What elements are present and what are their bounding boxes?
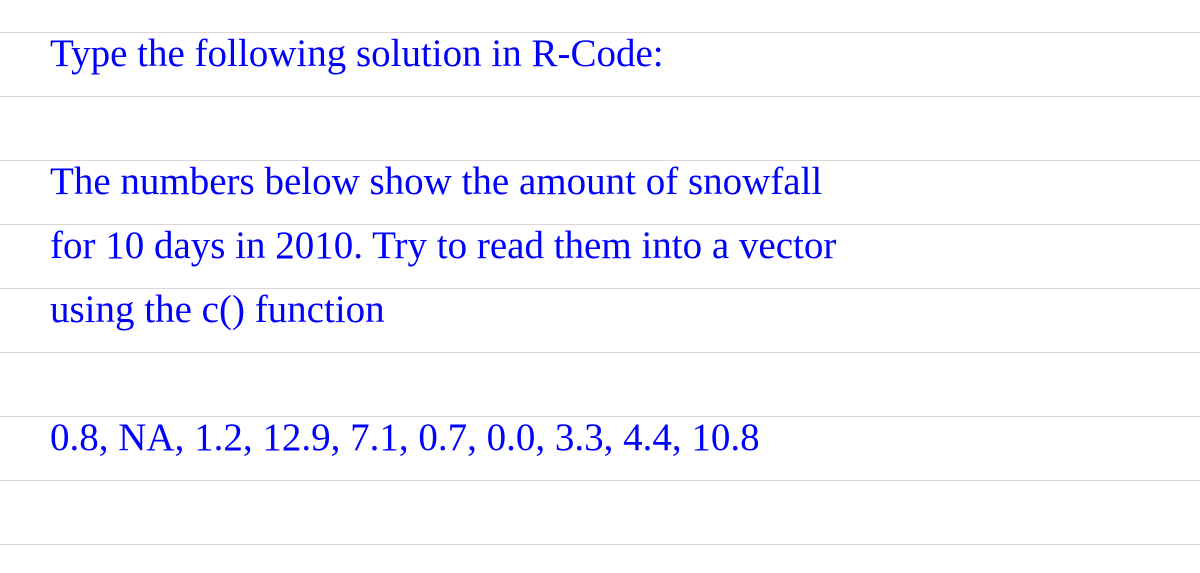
- problem-line-1-text: The numbers below show the amount of sno…: [50, 162, 822, 201]
- problem-line-2: for 10 days in 2010. Try to read them in…: [50, 224, 1150, 288]
- problem-line-2-text: for 10 days in 2010. Try to read them in…: [50, 226, 836, 265]
- data-values-line: 0.8, NA, 1.2, 12.9, 7.1, 0.7, 0.0, 3.3, …: [50, 416, 1150, 480]
- instruction-heading: Type the following solution in R-Code:: [50, 32, 1150, 96]
- problem-line-3-text: using the c() function: [50, 290, 385, 329]
- blank-row: [50, 352, 1150, 416]
- problem-line-1: The numbers below show the amount of sno…: [50, 160, 1150, 224]
- data-values-text: 0.8, NA, 1.2, 12.9, 7.1, 0.7, 0.0, 3.3, …: [50, 418, 760, 457]
- document-content: Type the following solution in R-Code: T…: [0, 32, 1200, 480]
- problem-line-3: using the c() function: [50, 288, 1150, 352]
- instruction-heading-text: Type the following solution in R-Code:: [50, 34, 664, 73]
- blank-row: [50, 96, 1150, 160]
- lined-paper-background: Type the following solution in R-Code: T…: [0, 0, 1200, 573]
